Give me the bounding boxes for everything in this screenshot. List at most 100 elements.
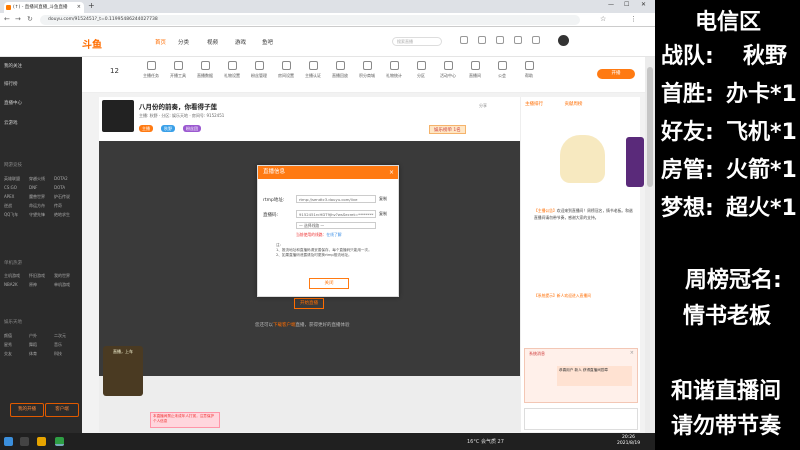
sidebar-cat[interactable]: 命运方舟 (29, 201, 54, 210)
nav-video[interactable]: 视频 (207, 38, 218, 46)
sidebar-cat[interactable]: DOTA (54, 183, 79, 192)
tool-stats[interactable]: 礼物统计 (383, 61, 405, 79)
anchor-avatar[interactable] (102, 100, 134, 132)
maximize-icon[interactable]: ☐ (624, 1, 629, 8)
taskbar-clock[interactable]: 20:26 2021/8/19 (617, 435, 640, 447)
tool-studio[interactable]: 直播间 (464, 61, 486, 79)
sidebar-item-cloud[interactable]: 云游戏 (4, 120, 18, 126)
browser-tab[interactable]: (↑) - 直播间直播_斗鱼直播 × (4, 2, 84, 13)
sidebar-cat[interactable]: 传奇 (54, 201, 79, 210)
stream-code-copy-button[interactable]: 复制 (379, 211, 387, 217)
back-icon[interactable]: ← (4, 15, 10, 23)
start-live-header-button[interactable]: 开播 (597, 69, 635, 79)
rtmp-field[interactable]: rtmp://sendtc3.douyu.com/live (296, 195, 376, 203)
sidebar-cat[interactable]: DNF (29, 183, 54, 192)
sidebar-cat[interactable]: 科技 (54, 349, 79, 358)
start-live-button[interactable]: 开始直播 (294, 298, 324, 309)
side-ad-banner[interactable] (626, 137, 644, 187)
minimize-icon[interactable]: — (608, 1, 614, 8)
stream-code-field[interactable]: 9152451rcHDT9Jhv?wsSecret=******** (296, 210, 376, 218)
search-icon[interactable] (20, 437, 29, 446)
tool-data[interactable]: 直播数据 (194, 61, 216, 79)
user-avatar[interactable] (558, 35, 569, 46)
sidebar-item-follow[interactable]: 我的关注 (4, 63, 22, 69)
tool-shop[interactable]: 积分商城 (356, 61, 378, 79)
share-link[interactable]: 分享 (479, 103, 487, 109)
tool-room[interactable]: 房间设置 (275, 61, 297, 79)
forward-icon[interactable]: → (15, 15, 21, 23)
sidebar-cat[interactable]: 户外 (29, 331, 54, 340)
sidebar-cat[interactable]: NBA2K (4, 280, 29, 289)
tool-gift[interactable]: 礼物设置 (221, 61, 243, 79)
sidebar-cat[interactable]: 英雄联盟 (4, 174, 29, 183)
tool-help[interactable]: 帮助 (518, 61, 540, 79)
rtmp-copy-button[interactable]: 复制 (379, 196, 387, 202)
notification-icon[interactable] (532, 36, 540, 44)
tab-weekly-rank[interactable]: 贡献周榜 (564, 102, 582, 107)
line-select[interactable]: 一 选择线路 一 (296, 222, 376, 229)
sidebar-cat[interactable]: 穿越火线 (29, 174, 54, 183)
site-logo[interactable]: 斗鱼 (82, 36, 102, 51)
sidebar-cat[interactable]: QQ飞车 (4, 210, 29, 219)
sidebar-cat[interactable]: 舞蹈 (29, 340, 54, 349)
sidebar-cat[interactable]: APEX (4, 192, 29, 201)
nav-game[interactable]: 游戏 (235, 38, 246, 46)
tool-live[interactable]: 开播工具 (167, 61, 189, 79)
tool-task[interactable]: 主播任务 (140, 61, 162, 79)
tool-guild[interactable]: 公会 (491, 61, 513, 79)
browser-menu-icon[interactable]: ⋮ (630, 15, 637, 23)
scrollbar-thumb[interactable] (647, 67, 653, 187)
reload-icon[interactable]: ↻ (27, 15, 33, 23)
file-explorer-icon[interactable] (37, 437, 46, 446)
tool-zone[interactable]: 分区 (410, 61, 432, 79)
tool-auth[interactable]: 主播认证 (302, 61, 324, 79)
nav-home[interactable]: 首页 (155, 38, 166, 46)
url-input[interactable]: douyu.com/9152451?_t=0.11995486244027738 (40, 15, 580, 25)
sidebar-cat[interactable]: 原神 (29, 280, 54, 289)
window-close-icon[interactable]: ✕ (641, 1, 646, 8)
sidebar-cat[interactable]: 我的世界 (54, 271, 79, 280)
sidebar-item-center[interactable]: 直播中心 (4, 100, 22, 106)
weather-tray[interactable]: 16°C 会气质 27 (467, 438, 504, 445)
sidebar-cat[interactable]: CS:GO (4, 183, 29, 192)
sidebar-cat[interactable]: 二次元 (54, 331, 79, 340)
tool-replay[interactable]: 直播回放 (329, 61, 351, 79)
popup-close-icon[interactable]: × (630, 350, 634, 356)
message-icon[interactable] (514, 36, 522, 44)
sidebar-cat[interactable]: 交友 (4, 349, 29, 358)
sidebar-cat[interactable]: 单机游戏 (54, 280, 79, 289)
sidebar-cat[interactable]: 颜值 (4, 331, 29, 340)
sidebar-cat[interactable]: 魔兽世界 (29, 192, 54, 201)
tool-event[interactable]: 活动中心 (437, 61, 459, 79)
sidebar-cat[interactable]: 主机游戏 (4, 271, 29, 280)
sidebar-cat[interactable]: 怀旧游戏 (29, 271, 54, 280)
my-live-button[interactable]: 我的开播 (10, 403, 44, 417)
sidebar-cat[interactable]: 绝地求生 (54, 210, 79, 219)
download-icon[interactable] (496, 36, 504, 44)
nav-category[interactable]: 分类 (178, 38, 189, 46)
tab-anchor-rank[interactable]: 主播排行 (525, 102, 543, 107)
sidebar-cat[interactable]: 守望先锋 (29, 210, 54, 219)
sidebar-cat[interactable]: 炉石传说 (54, 192, 79, 201)
sidebar-item-rank[interactable]: 排行榜 (4, 81, 18, 87)
history-icon[interactable] (460, 36, 468, 44)
sidebar-cat[interactable]: 逆战 (4, 201, 29, 210)
room-tag[interactable]: 粉丝团 (183, 125, 201, 132)
rank-badge[interactable]: 娱乐榜单 1名 (429, 125, 466, 134)
dialog-close-button[interactable]: 关闭 (309, 278, 349, 289)
sidebar-cat[interactable]: 音乐 (54, 340, 79, 349)
chat-input[interactable] (524, 408, 638, 430)
tool-fans[interactable]: 粉丝管理 (248, 61, 270, 79)
new-tab-button[interactable]: + (88, 1, 95, 10)
dialog-close-icon[interactable]: × (389, 166, 394, 179)
gift-banner[interactable]: 直播，上车 (103, 346, 143, 396)
sidebar-cat[interactable]: DOTA2 (54, 174, 79, 183)
search-input[interactable]: 搜索直播 (392, 37, 442, 46)
extensions-icon[interactable]: ☆ (600, 15, 606, 23)
learn-more-link[interactable]: 在线了解 (326, 232, 341, 237)
start-icon[interactable] (4, 437, 13, 446)
nav-yuba[interactable]: 鱼吧 (262, 38, 273, 46)
chrome-icon[interactable] (55, 437, 64, 446)
sidebar-cat[interactable]: 体育 (29, 349, 54, 358)
tab-close-icon[interactable]: × (77, 2, 81, 13)
